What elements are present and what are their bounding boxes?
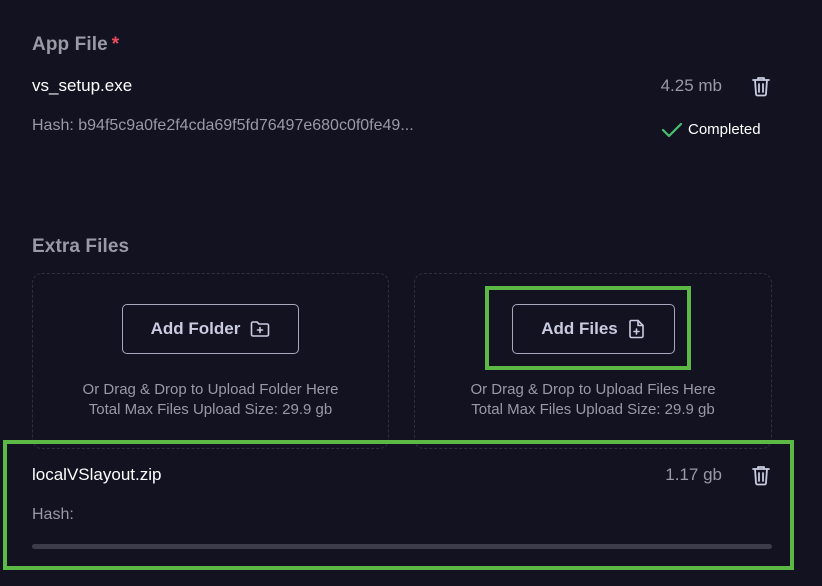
extra-file-hash-label: Hash: [32, 506, 74, 523]
folder-dropzone[interactable]: Add Folder Or Drag & Drop to Upload Fold… [32, 273, 389, 449]
add-folder-button[interactable]: Add Folder [122, 304, 299, 354]
app-file-name: vs_setup.exe [32, 76, 133, 95]
app-file-title-text: App File [32, 34, 108, 55]
upload-page: App File * vs_setup.exe 4.25 mb Hash: b94… [0, 0, 822, 586]
uploading-file-highlight [3, 440, 794, 570]
app-file-size: 4.25 mb [660, 76, 722, 95]
delete-extra-file-button[interactable] [751, 464, 771, 486]
folder-drop-hint-line2: Total Max Files Upload Size: 29.9 gb [88, 401, 333, 418]
extra-file-hash: Hash: [32, 506, 74, 524]
files-dropzone[interactable]: Add Files Or Drag & Drop to Upload Files… [414, 273, 772, 449]
files-drop-hint-line1: Or Drag & Drop to Upload Files Here [470, 381, 716, 398]
trash-icon [752, 77, 770, 97]
folder-plus-icon [251, 321, 270, 337]
folder-drop-hint: Or Drag & Drop to Upload Folder Here Tot… [33, 380, 388, 420]
add-folder-label: Add Folder [150, 319, 241, 338]
extra-files-title: Extra Files [32, 236, 130, 257]
extra-file-name: localVSlayout.zip [32, 465, 162, 484]
trash-icon [752, 466, 770, 486]
app-file-hash-label: Hash: [32, 117, 74, 134]
extra-file-size: 1.17 gb [665, 465, 722, 484]
app-file-hash: Hash: b94f5c9a0fe2f4cda69f5fd76497e680c0… [32, 117, 414, 135]
upload-progress-bar [32, 544, 772, 549]
app-file-hash-value: b94f5c9a0fe2f4cda69f5fd76497e680c0f0fe49… [78, 117, 414, 134]
files-drop-hint: Or Drag & Drop to Upload Files Here Tota… [415, 380, 771, 420]
add-files-label: Add Files [541, 319, 618, 338]
upload-status: Completed [661, 121, 761, 138]
file-plus-icon [628, 319, 644, 339]
required-marker: * [111, 34, 120, 55]
app-file-title: App File * [32, 34, 119, 56]
upload-status-text: Completed [688, 121, 761, 138]
folder-drop-hint-line1: Or Drag & Drop to Upload Folder Here [82, 381, 339, 398]
files-drop-hint-line2: Total Max Files Upload Size: 29.9 gb [471, 401, 715, 418]
add-files-button[interactable]: Add Files [512, 304, 675, 354]
delete-app-file-button[interactable] [751, 75, 771, 97]
checkmark-icon [661, 122, 683, 137]
